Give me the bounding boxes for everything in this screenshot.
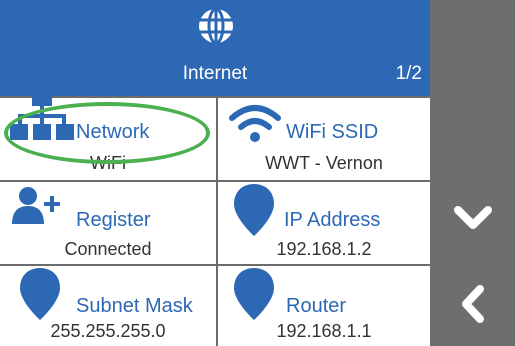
add-user-icon <box>12 187 60 224</box>
location-pin-icon <box>234 184 274 236</box>
location-pin-icon <box>20 268 60 320</box>
tile-label: IP Address <box>284 209 381 231</box>
tile-value: 192.168.1.2 <box>276 239 372 259</box>
tile-value: WWT - Vernon <box>265 153 383 173</box>
chevron-down-icon <box>453 206 492 229</box>
tile-wifi-ssid[interactable]: WiFi SSID WWT - Vernon <box>218 98 430 180</box>
tile-register[interactable]: Register Connected <box>0 182 216 264</box>
tile-value: Connected <box>64 239 152 259</box>
page-indicator: 1/2 <box>395 63 422 84</box>
tile-label: Register <box>76 209 151 231</box>
location-pin-icon <box>234 268 274 320</box>
tile-router[interactable]: Router 192.168.1.1 <box>218 266 430 346</box>
tile-subnet-mask[interactable]: Subnet Mask 255.255.255.0 <box>0 266 216 346</box>
tile-ip-address[interactable]: IP Address 192.168.1.2 <box>218 182 430 264</box>
scroll-down-button[interactable] <box>430 178 515 258</box>
tile-label: Subnet Mask <box>76 295 193 317</box>
side-nav <box>430 0 515 346</box>
chevron-left-icon <box>461 285 484 323</box>
tile-label: Router <box>286 295 347 317</box>
tile-value: 255.255.255.0 <box>50 321 166 341</box>
globe-icon <box>199 7 233 45</box>
tile-label: WiFi SSID <box>286 121 379 143</box>
page-title: Internet <box>182 63 248 84</box>
back-button[interactable] <box>430 264 515 344</box>
header-bar: Internet 1/2 <box>0 0 430 96</box>
wifi-icon <box>229 105 281 142</box>
highlight-ellipse <box>4 102 210 164</box>
tile-value: 192.168.1.1 <box>276 321 372 341</box>
